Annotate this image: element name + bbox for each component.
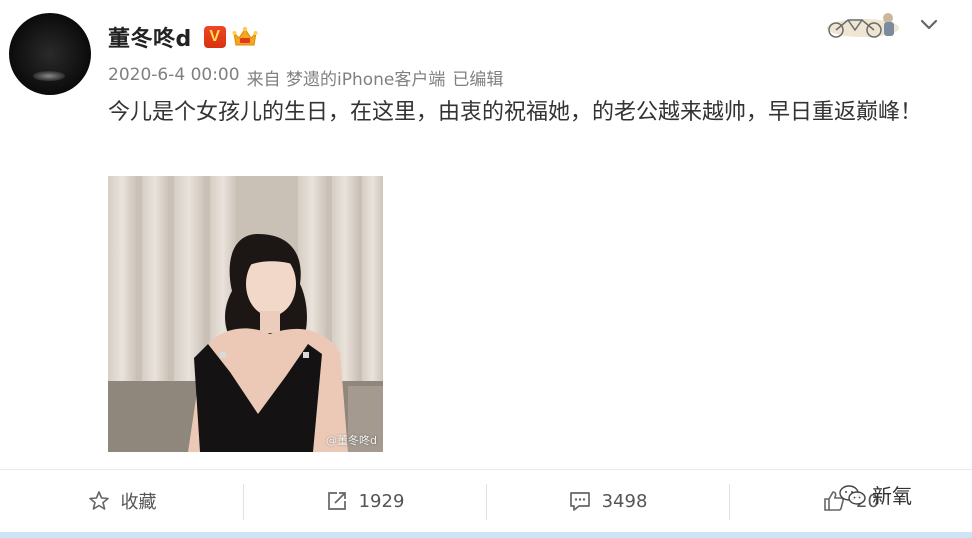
avatar-light: [33, 71, 65, 81]
action-bar: 收藏 1929 3498 20: [0, 470, 972, 532]
name-row: 董冬咚d V: [108, 22, 258, 52]
repost-button[interactable]: 1929: [243, 470, 486, 532]
wechat-watermark: 新氧: [838, 480, 912, 509]
favorite-button[interactable]: 收藏: [0, 470, 243, 532]
repost-count: 1929: [358, 490, 405, 512]
edited-label[interactable]: 已编辑: [452, 65, 503, 90]
bicycle-decoration-icon: [827, 13, 899, 38]
chevron-down-icon[interactable]: [916, 11, 942, 37]
post-header-tools: [818, 8, 942, 40]
post-text: 今儿是个女孩儿的生日，在这里，由衷的祝福她，的老公越来越帅，早日重返巅峰！: [108, 100, 923, 125]
wechat-label: 新氧: [872, 484, 912, 508]
post-image[interactable]: @董冬咚d: [108, 176, 383, 452]
bottom-bar: [0, 532, 972, 538]
crown-icon[interactable]: [232, 25, 258, 49]
comment-button[interactable]: 3498: [486, 470, 729, 532]
post-meta: 2020-6-4 00:00 来自 梦遗的iPhone客户端 已编辑: [108, 65, 503, 90]
post-date[interactable]: 2020-6-4 00:00: [108, 65, 240, 90]
wechat-icon: [839, 484, 866, 505]
star-icon: [88, 491, 109, 510]
avatar[interactable]: [9, 13, 91, 95]
comment-count: 3498: [601, 490, 648, 512]
share-icon: [327, 492, 346, 510]
photo-illustration: [108, 176, 383, 452]
username[interactable]: 董冬咚d: [108, 21, 192, 53]
post-source[interactable]: 来自 梦遗的iPhone客户端: [247, 65, 446, 90]
weibo-post: 董冬咚d V 2020-6-4 00:00 来自 梦遗的iPhone客户端 已编…: [0, 0, 972, 538]
verified-badge[interactable]: V: [203, 26, 226, 48]
image-watermark: @董冬咚d: [326, 434, 377, 447]
favorite-label: 收藏: [120, 492, 157, 513]
comment-icon: [569, 492, 590, 511]
